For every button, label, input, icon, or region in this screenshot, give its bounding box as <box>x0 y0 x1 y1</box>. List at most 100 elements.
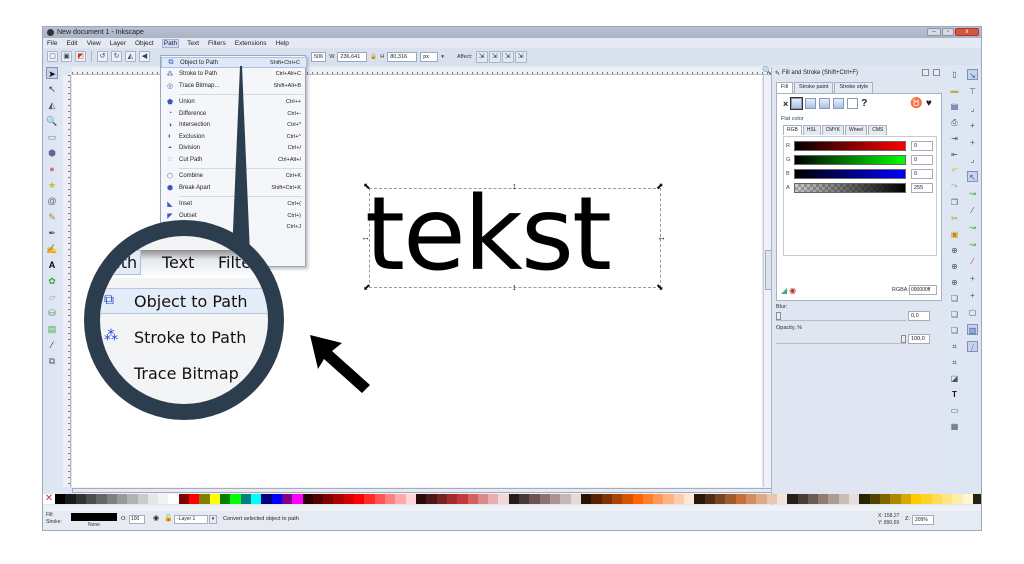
unit-select[interactable]: px <box>420 52 439 62</box>
snap-smooth-nodes-icon[interactable]: ↝ <box>967 239 978 250</box>
palette-swatch[interactable] <box>240 494 251 504</box>
gradient-tool-icon[interactable]: ▤ <box>46 323 58 335</box>
alpha-value-field[interactable]: 255 <box>911 182 933 193</box>
minimize-button[interactable]: – <box>927 28 941 36</box>
move-patterns-toggle[interactable]: ⇲ <box>514 51 527 63</box>
zoom-field[interactable]: 209% <box>912 515 934 525</box>
menu-object[interactable]: Object <box>134 40 155 47</box>
tab-wheel[interactable]: Wheel <box>845 125 868 135</box>
palette-swatch[interactable] <box>230 494 241 504</box>
panel-close-button[interactable] <box>933 69 940 76</box>
rotate-ccw-button[interactable]: ↺ <box>97 51 108 62</box>
paste-icon[interactable]: ▣ <box>949 229 960 240</box>
rotate-cw-button[interactable]: ↻ <box>111 51 122 62</box>
palette-swatch[interactable] <box>96 494 107 504</box>
dropper-tool-icon[interactable]: ⁄ <box>46 339 58 351</box>
palette-swatch[interactable] <box>85 494 97 504</box>
palette-swatch[interactable] <box>116 494 128 504</box>
palette-swatch[interactable] <box>137 494 148 504</box>
tab-cmyk[interactable]: CMYK <box>821 125 845 135</box>
scrollbar-thumb[interactable] <box>72 488 772 493</box>
palette-swatch[interactable] <box>106 494 117 504</box>
xml-editor-icon[interactable]: ▦ <box>949 421 960 432</box>
palette-swatch[interactable] <box>261 494 272 504</box>
no-paint-icon[interactable]: × <box>783 99 788 109</box>
palette-swatch[interactable] <box>962 494 973 504</box>
palette-swatch[interactable] <box>591 494 602 504</box>
fill-color-swatch[interactable] <box>71 513 117 521</box>
save-icon[interactable]: ▤ <box>949 101 960 112</box>
menu-layer[interactable]: Layer <box>109 40 127 47</box>
tab-stroke-style[interactable]: Stroke style <box>834 82 874 93</box>
palette-swatch[interactable] <box>199 494 210 504</box>
blur-value-field[interactable]: 0,0 <box>908 311 930 321</box>
flip-vertical-button[interactable]: ◀ <box>139 51 150 62</box>
selector-tool-icon[interactable]: ➤ <box>46 67 58 79</box>
blur-slider-handle[interactable] <box>776 312 781 320</box>
ellipse-tool-icon[interactable]: ● <box>46 163 58 175</box>
palette-swatch[interactable] <box>158 494 169 504</box>
zoom-tool-icon[interactable]: 🔍 <box>46 115 58 127</box>
group-icon[interactable]: ⌗ <box>949 341 960 352</box>
star-tool-icon[interactable]: ★ <box>46 179 58 191</box>
import-icon[interactable]: ⇥ <box>949 133 960 144</box>
snap-toggle-icon[interactable]: ↘ <box>967 69 978 80</box>
zoom-drawing-icon[interactable]: ⊕ <box>949 261 960 272</box>
palette-swatch[interactable] <box>601 494 612 504</box>
palette-swatch[interactable] <box>632 494 643 504</box>
menu-filters[interactable]: Filters <box>207 40 227 47</box>
palette-swatch[interactable] <box>446 494 458 504</box>
lock-proportions-icon[interactable]: 🔒 <box>370 54 377 60</box>
palette-swatch[interactable] <box>745 494 757 504</box>
radial-gradient-button[interactable] <box>819 98 831 109</box>
pen-tool-icon[interactable]: ✒ <box>46 227 58 239</box>
close-button[interactable]: x <box>955 28 979 36</box>
menu-edit[interactable]: Edit <box>65 40 78 47</box>
text-tool-icon[interactable]: A <box>46 259 58 271</box>
palette-swatch[interactable] <box>436 494 447 504</box>
palette-swatch[interactable] <box>405 494 416 504</box>
palette-swatch[interactable] <box>921 494 932 504</box>
copy-icon[interactable]: ❐ <box>949 197 960 208</box>
tab-rgb[interactable]: RGB <box>783 125 802 135</box>
menu-view[interactable]: View <box>86 40 102 47</box>
palette-swatch[interactable] <box>756 494 767 504</box>
menu-help[interactable]: Help <box>275 40 290 47</box>
3d-box-tool-icon[interactable]: ⬢ <box>46 147 58 159</box>
palette-swatch[interactable] <box>828 494 839 504</box>
palette-swatch[interactable] <box>364 494 375 504</box>
palette-swatch[interactable] <box>653 494 664 504</box>
snap-intersections-icon[interactable]: ⁄ <box>967 205 978 216</box>
palette-swatch[interactable] <box>931 494 942 504</box>
palette-swatch[interactable] <box>642 494 654 504</box>
green-value-field[interactable]: 0 <box>911 154 933 165</box>
palette-swatch[interactable] <box>75 494 86 504</box>
palette-swatch[interactable] <box>715 494 726 504</box>
palette-swatch[interactable] <box>766 494 777 504</box>
palette-swatch[interactable] <box>333 494 344 504</box>
pencil-tool-icon[interactable]: ✎ <box>46 211 58 223</box>
width-field[interactable]: 236,641 <box>337 52 368 62</box>
red-value-field[interactable]: 0 <box>911 140 933 151</box>
open-icon[interactable]: ▬ <box>949 85 960 96</box>
palette-swatch[interactable] <box>178 494 190 504</box>
palette-swatch[interactable] <box>250 494 262 504</box>
snap-object-centers-icon[interactable]: + <box>967 273 978 284</box>
snap-bbox-edges-icon[interactable]: ⌟ <box>967 103 978 114</box>
scale-handle-e[interactable]: ↔ <box>657 233 666 242</box>
fill-rule-nonzero-icon[interactable]: ♥ <box>926 98 932 109</box>
snap-grids-icon[interactable]: ▥ <box>967 324 978 335</box>
palette-swatch[interactable] <box>498 494 509 504</box>
tab-stroke-paint[interactable]: Stroke paint <box>794 82 834 93</box>
menu-file[interactable]: File <box>46 40 58 47</box>
palette-swatch[interactable] <box>880 494 891 504</box>
snap-cusp-nodes-icon[interactable]: ↝ <box>967 222 978 233</box>
layer-dropdown-icon[interactable]: ▾ <box>209 515 217 524</box>
snap-rotation-centers-icon[interactable]: + <box>967 290 978 301</box>
ungroup-icon[interactable]: ⌗ <box>949 357 960 368</box>
palette-swatch[interactable] <box>271 494 282 504</box>
snap-nodes-icon[interactable]: ↖ <box>967 171 978 182</box>
rectangle-tool-icon[interactable]: ▭ <box>46 131 58 143</box>
unit-dropdown-icon[interactable]: ▾ <box>441 54 444 60</box>
node-tool-icon[interactable]: ↖ <box>46 83 58 95</box>
